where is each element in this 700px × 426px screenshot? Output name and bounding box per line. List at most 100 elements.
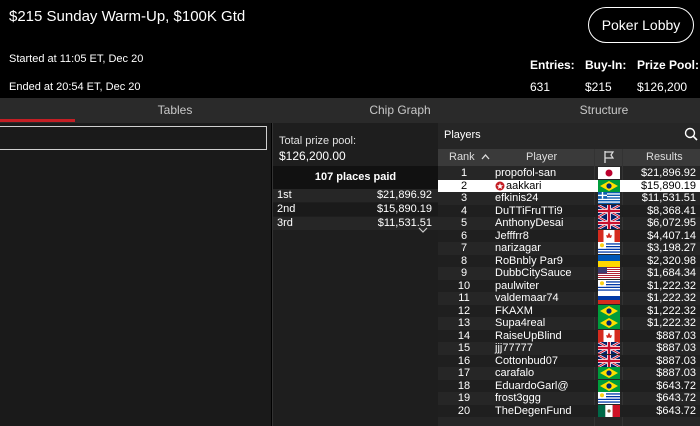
flag-icon[interactable] <box>602 150 616 164</box>
player-row[interactable]: 15 jjj77777 $887.03 <box>438 342 700 354</box>
player-name: jjj77777 <box>495 342 533 354</box>
player-row[interactable]: 14 RaiseUpBlind $887.03 <box>438 329 700 342</box>
uruguay-flag-icon <box>598 242 620 254</box>
active-tab-indicator <box>0 119 75 122</box>
prize-panel: Total prize pool: $126,200.00 107 places… <box>272 123 438 426</box>
total-prize-pool-label: Total prize pool: <box>279 135 357 147</box>
player-name: AnthonyDesai <box>495 217 564 229</box>
player-rank: 9 <box>460 267 468 279</box>
payout-row: 2nd $15,890.19 <box>273 203 438 216</box>
tournament-title: $215 Sunday Warm-Up, $100K Gtd <box>9 8 246 25</box>
pokerstars-logo-icon <box>495 181 505 190</box>
players-title: Players <box>444 129 481 141</box>
player-result: $643.72 <box>656 404 696 417</box>
payout-place: 1st <box>277 189 292 201</box>
player-rank: 8 <box>460 254 468 267</box>
player-result: $887.03 <box>656 329 696 342</box>
player-row[interactable]: 3 efkinis24 $11,531.51 <box>438 192 700 204</box>
player-result: $21,896.92 <box>640 167 696 179</box>
uruguay-flag-icon <box>598 392 620 404</box>
places-paid: 107 places paid <box>314 171 397 183</box>
poker-lobby-button[interactable]: Poker Lobby <box>588 7 694 43</box>
start-time: Started at 11:05 ET, Dec 20 <box>9 53 144 65</box>
player-result: $8,368.41 <box>647 204 696 217</box>
table-search-input[interactable] <box>0 126 267 150</box>
player-result: $1,222.32 <box>647 304 696 317</box>
uruguay-flag-icon <box>598 279 620 292</box>
player-row[interactable]: 2 aakkari $15,890.19 <box>438 179 700 192</box>
brazil-flag-icon <box>598 367 620 379</box>
player-row[interactable]: 4 DuTTiFruTTi9 $8,368.41 <box>438 204 700 217</box>
player-name: FKAXM <box>495 304 533 317</box>
entries-value: 631 <box>530 80 551 94</box>
player-name: aakkari <box>495 180 541 192</box>
player-row[interactable]: 6 Jefffrr8 $4,407.14 <box>438 229 700 242</box>
sort-up-icon[interactable] <box>481 154 490 160</box>
player-name: DuTTiFruTTi9 <box>495 204 563 217</box>
player-result: $887.03 <box>656 367 696 379</box>
players-table-header: Rank Player Results <box>438 149 700 166</box>
player-name: Supa4real <box>495 317 546 329</box>
payout-place: 3rd <box>277 217 293 229</box>
player-row[interactable]: 18 EduardoGarl@ $643.72 <box>438 379 700 392</box>
player-name: valdemaar74 <box>495 292 559 304</box>
player-name: Cottonbud07 <box>495 354 558 367</box>
player-rank: 6 <box>460 229 468 242</box>
brazil-flag-icon <box>598 179 620 192</box>
player-row[interactable]: 12 FKAXM $1,222.32 <box>438 304 700 317</box>
player-row[interactable]: 5 AnthonyDesai $6,072.95 <box>438 217 700 229</box>
entries-label: Entries: <box>530 58 575 72</box>
player-name: efkinis24 <box>495 192 539 204</box>
player-result: $1,222.32 <box>647 292 696 304</box>
ukraine-flag-icon <box>598 254 620 267</box>
rank-column-header[interactable]: Rank <box>449 151 475 163</box>
chevron-down-icon[interactable] <box>418 227 428 233</box>
player-result: $2,320.98 <box>647 254 696 267</box>
player-result: $6,072.95 <box>647 217 696 229</box>
player-rank: 11 <box>458 292 470 304</box>
search-icon[interactable] <box>684 127 698 141</box>
player-rank: 3 <box>460 192 468 204</box>
russia-flag-icon <box>598 292 620 304</box>
greece-flag-icon <box>598 192 620 204</box>
usa-flag-icon <box>598 267 620 279</box>
player-result: $1,684.34 <box>647 267 696 279</box>
player-row[interactable]: 10 paulwiter $1,222.32 <box>438 279 700 292</box>
brazil-flag-icon <box>598 304 620 317</box>
player-row[interactable]: 19 frost3ggg $643.72 <box>438 392 700 404</box>
player-rank: 13 <box>457 317 471 329</box>
player-name: narizagar <box>495 242 541 254</box>
results-column-header[interactable]: Results <box>646 151 683 163</box>
end-time: Ended at 20:54 ET, Dec 20 <box>9 81 141 93</box>
player-rank: 12 <box>457 304 471 317</box>
player-rank: 14 <box>457 329 471 342</box>
brazil-flag-icon <box>598 379 620 392</box>
player-row[interactable]: 20 TheDegenFund $643.72 <box>438 404 700 417</box>
player-result: $643.72 <box>656 379 696 392</box>
prize-pool-value: $126,200 <box>637 80 688 94</box>
payout-row: 1st $21,896.92 <box>273 189 438 202</box>
players-panel: Players Rank Player Results 1 propofol-sa… <box>438 123 700 426</box>
player-row[interactable]: 13 Supa4real $1,222.32 <box>438 317 700 329</box>
player-row[interactable]: 1 propofol-san $21,896.92 <box>438 167 700 179</box>
buyin-value: $215 <box>585 80 612 94</box>
player-name: frost3ggg <box>495 392 541 404</box>
player-result: $887.03 <box>656 354 696 367</box>
player-row[interactable]: 7 narizagar $3,198.27 <box>438 242 700 254</box>
player-row[interactable]: 16 Cottonbud07 $887.03 <box>438 354 700 367</box>
player-result: $15,890.19 <box>640 179 696 192</box>
player-row[interactable]: 8 RoBnbly Par9 $2,320.98 <box>438 254 700 267</box>
total-prize-pool-value: $126,200.00 <box>279 149 346 163</box>
uk-flag-icon <box>598 354 620 367</box>
player-column-header[interactable]: Player <box>526 151 557 163</box>
player-name: EduardoGarl@ <box>495 379 569 392</box>
player-name: DubbCitySauce <box>495 267 572 279</box>
player-row[interactable]: 9 DubbCitySauce $1,684.34 <box>438 267 700 279</box>
player-rank: 17 <box>457 367 471 379</box>
tab-structure[interactable]: Structure <box>470 98 700 123</box>
canada-flag-icon <box>598 329 620 342</box>
player-row[interactable]: 11 valdemaar74 $1,222.32 <box>438 292 700 304</box>
player-row[interactable]: 17 carafalo $887.03 <box>438 367 700 379</box>
player-rank: 4 <box>460 204 468 217</box>
payout-row: 3rd $11,531.51 <box>273 217 438 230</box>
